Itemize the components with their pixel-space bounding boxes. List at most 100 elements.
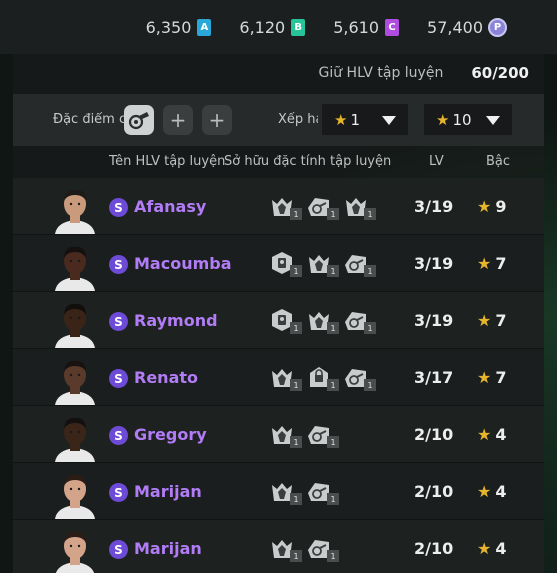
currency-item: 6,120 B <box>239 17 306 37</box>
whistle-icon: 1 <box>307 536 339 562</box>
trait-level: 1 <box>364 322 376 334</box>
trait-level: 1 <box>290 265 302 277</box>
plus-icon: + <box>169 108 187 132</box>
currency-value: 57,400 <box>427 17 483 37</box>
coach-traits: 1 1 1 <box>270 308 376 334</box>
trait-level: 1 <box>327 379 339 391</box>
arms-raised-icon: 1 <box>270 479 302 505</box>
coach-list: S Afanasy 1 1 1 3/19 ★ 9 S Macoumba 1 1 1 3/19 ★ 7 S Raym… <box>13 178 544 573</box>
star-icon: ★ <box>477 482 492 501</box>
currency-p-icon: P <box>488 17 507 37</box>
coach-traits: 1 1 1 <box>270 365 376 391</box>
grade-value: 7 <box>495 254 507 273</box>
coach-level: 2/10 <box>414 482 454 501</box>
coach-grade: ★ 7 <box>477 254 506 273</box>
whistle-icon: 1 <box>307 422 339 448</box>
chevron-down-icon <box>486 116 500 125</box>
coach-name: Renato <box>134 368 198 387</box>
coach-traits: 11 <box>270 479 339 505</box>
star-icon: ★ <box>477 425 492 444</box>
rarity-badge: S <box>109 369 128 388</box>
plus-icon: + <box>208 108 226 132</box>
grade-value: 4 <box>495 482 507 501</box>
coach-row[interactable]: S Renato 1 1 1 3/17 ★ 7 <box>13 349 544 406</box>
currency-b-icon: B <box>291 18 306 36</box>
trait-level: 1 <box>364 265 376 277</box>
coach-row[interactable]: S Gregory 1 1 2/10 ★ 4 <box>13 406 544 463</box>
add-trait-filter-button-2[interactable]: + <box>202 105 232 135</box>
table-header: Tên HLV tập luyện Sở hữu đặc tính tập lu… <box>13 146 544 178</box>
currency-value: 6,350 <box>145 17 192 37</box>
rank-min-dropdown[interactable]: ★ 1 <box>322 104 408 135</box>
coach-level: 3/19 <box>414 311 454 330</box>
currency-item: 57,400 P <box>427 17 507 37</box>
star-icon: ★ <box>477 368 492 387</box>
trait-level: 1 <box>290 208 302 220</box>
coach-row[interactable]: S Macoumba 1 1 1 3/19 ★ 7 <box>13 235 544 292</box>
arms-raised-icon: 1 <box>307 308 339 334</box>
trait-level: 1 <box>290 379 302 391</box>
grade-value: 7 <box>495 311 507 330</box>
coach-row[interactable]: S Raymond 1 1 1 3/19 ★ 7 <box>13 292 544 349</box>
chevron-down-icon <box>382 116 396 125</box>
coach-traits: 1 1 1 <box>270 194 376 220</box>
coach-name: Marijan <box>134 539 202 558</box>
whistle-icon: 1 <box>307 479 339 505</box>
currency-value: 5,610 <box>333 17 380 37</box>
rank-max-dropdown[interactable]: ★ 10 <box>424 104 512 135</box>
trait-level: 1 <box>364 379 376 391</box>
rank-filter-label: Xếp hạ <box>278 112 318 127</box>
column-header-name[interactable]: Tên HLV tập luyện <box>109 154 225 169</box>
coach-traits: 1 1 1 <box>270 251 376 277</box>
rank-max-value: 10 <box>452 110 472 129</box>
star-icon: ★ <box>436 110 450 129</box>
currency-value: 6,120 <box>239 17 286 37</box>
coach-level: 3/19 <box>414 197 454 216</box>
coach-avatar <box>53 414 97 462</box>
currency-bar: 6,350 A 6,120 B 5,610 C 57,400 P <box>0 0 557 54</box>
trait-level: 1 <box>327 265 339 277</box>
coach-avatar <box>53 357 97 405</box>
arms-raised-icon: 1 <box>270 365 302 391</box>
currency-item: 5,610 C <box>333 17 400 37</box>
grade-value: 4 <box>495 539 507 558</box>
trait-level: 1 <box>327 208 339 220</box>
arms-raised-icon: 1 <box>344 194 376 220</box>
column-header-lv[interactable]: LV <box>429 154 444 169</box>
arms-raised-icon: 1 <box>270 536 302 562</box>
arms-raised-icon: 1 <box>307 251 339 277</box>
clipboard-icon: 1 <box>270 251 302 277</box>
rarity-badge: S <box>109 426 128 445</box>
coach-name: Macoumba <box>134 254 232 273</box>
star-icon: ★ <box>477 539 492 558</box>
rarity-badge: S <box>109 312 128 331</box>
star-icon: ★ <box>477 311 492 330</box>
coach-avatar <box>53 528 97 573</box>
coach-row[interactable]: S Marijan 1 1 2/10 ★ 4 <box>13 520 544 573</box>
rank-min-value: 1 <box>350 110 360 129</box>
trait-level: 1 <box>364 208 376 220</box>
coach-grade: ★ 4 <box>477 425 506 444</box>
trait-filter-label: Đặc điểm c <box>53 112 127 127</box>
trait-filter-slot-1[interactable] <box>124 105 154 135</box>
capacity-display: Giữ HLV tập luyện 60/200 <box>319 64 530 82</box>
rarity-badge: S <box>109 255 128 274</box>
rarity-badge: S <box>109 540 128 559</box>
whistle-icon: 1 <box>344 251 376 277</box>
column-header-traits[interactable]: Sở hữu đặc tính tập luyện <box>224 154 391 169</box>
filter-bar: Đặc điểm c + + Xếp hạ ★ 1 ~ ★ 10 <box>13 94 544 146</box>
whistle-icon: 1 <box>344 365 376 391</box>
whistle-icon: 1 <box>344 308 376 334</box>
trait-level: 1 <box>327 436 339 448</box>
currency-item: 6,350 A <box>146 18 212 37</box>
add-trait-filter-button-1[interactable]: + <box>163 105 193 135</box>
coach-row[interactable]: S Afanasy 1 1 1 3/19 ★ 9 <box>13 178 544 235</box>
clipboard-icon: 1 <box>270 308 302 334</box>
trait-level: 1 <box>327 322 339 334</box>
grade-value: 9 <box>495 197 507 216</box>
column-header-grade[interactable]: Bậc <box>486 154 510 169</box>
coach-grade: ★ 4 <box>477 539 506 558</box>
currency-c-icon: C <box>385 18 400 36</box>
coach-row[interactable]: S Marijan 1 1 2/10 ★ 4 <box>13 463 544 520</box>
capacity-label: Giữ HLV tập luyện <box>318 65 444 81</box>
